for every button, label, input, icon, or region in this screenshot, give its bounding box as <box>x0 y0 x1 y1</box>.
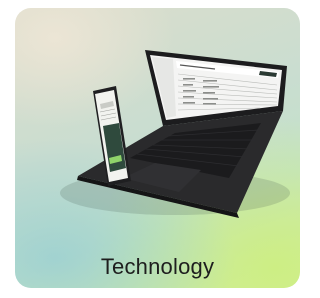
laptop-and-phone-illustration <box>60 50 290 218</box>
card-title: Technology <box>100 254 215 279</box>
technology-category-card[interactable]: Technology <box>15 8 300 288</box>
